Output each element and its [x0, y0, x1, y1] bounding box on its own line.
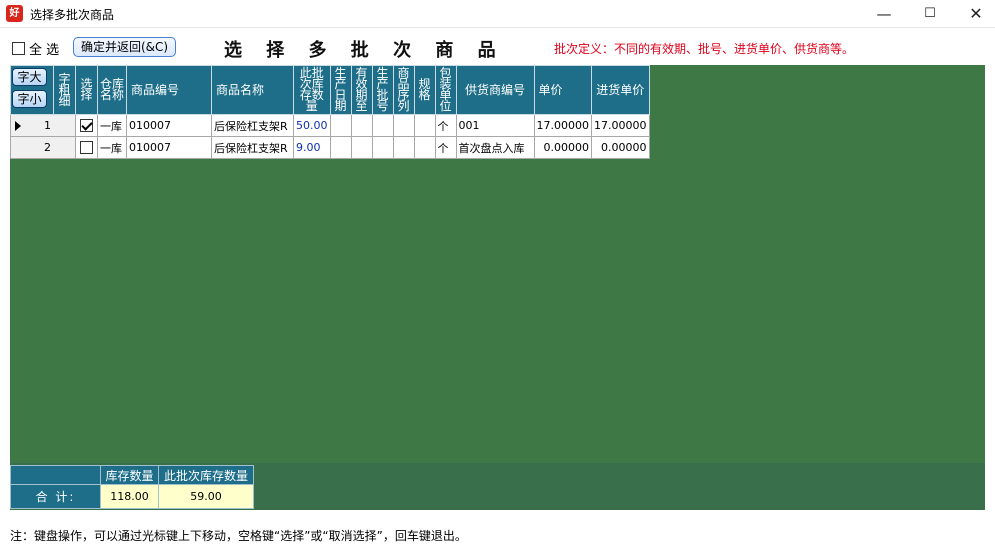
column-header-prod-date[interactable]: 生产日期: [329, 65, 352, 115]
select-all-checkbox[interactable]: 全 选: [12, 39, 59, 58]
column-header-batch-stock[interactable]: 此批次库存数量: [293, 65, 331, 115]
cell-serial: [392, 114, 415, 137]
cell-expiry: [350, 114, 373, 137]
column-header-expiry[interactable]: 有效期至: [350, 65, 373, 115]
column-header-code[interactable]: 商品编号: [126, 65, 212, 115]
font-smaller-button[interactable]: 字小: [12, 90, 47, 108]
cell-purchase-price: 0.00000: [591, 136, 650, 159]
column-header-name[interactable]: 商品名称: [211, 65, 294, 115]
cell-unit: 个: [434, 136, 457, 159]
font-bigger-button[interactable]: 字大: [12, 68, 47, 86]
column-header-supplier[interactable]: 供货商编号: [455, 65, 535, 115]
column-header-batch-no[interactable]: 生产批号: [371, 65, 394, 115]
column-header-warehouse[interactable]: 仓库名称: [97, 65, 127, 115]
select-all-box[interactable]: [12, 42, 25, 55]
column-header-serial[interactable]: 商品序列: [392, 65, 415, 115]
close-button[interactable]: ✕: [953, 0, 995, 28]
toolbar: 全 选 确定并返回(&C) 选 择 多 批 次 商 品 批次定义：不同的有效期、…: [0, 29, 995, 65]
summary-total-label: 合 计:: [10, 484, 101, 509]
cell-serial: [392, 136, 415, 159]
column-header-price[interactable]: 单价: [533, 65, 592, 115]
cell-price: 17.00000: [533, 114, 592, 137]
row-checkbox[interactable]: [80, 141, 93, 155]
cell-expiry: [350, 136, 373, 159]
window-title: 选择多批次商品: [30, 8, 115, 22]
cell-batch-no: [371, 136, 394, 159]
row-index: 2: [10, 136, 76, 159]
batch-grid: 字粗细 选择 仓库名称 商品编号 商品名称 此批次库存数量 生产日期 有效期至 …: [10, 65, 650, 159]
confirm-return-button[interactable]: 确定并返回(&C): [73, 37, 176, 57]
summary-header-blank: [10, 465, 101, 485]
page-title: 选 择 多 批 次 商 品: [224, 40, 505, 61]
maximize-button[interactable]: ☐: [907, 0, 953, 28]
row-select-cell[interactable]: [75, 114, 98, 137]
summary-stock-total: 118.00: [100, 484, 159, 509]
row-checkbox[interactable]: [80, 119, 93, 133]
minimize-button[interactable]: —: [861, 0, 907, 28]
cell-purchase-price: 17.00000: [591, 114, 650, 137]
cell-unit: 个: [434, 114, 457, 137]
table-row[interactable]: 2 一库 010007 后保险杠支架R 9.00 个 首次盘点入库 0.0000…: [10, 136, 650, 159]
keyboard-help-note: 注：键盘操作，可以通过光标键上下移动，空格键“选择”或“取消选择”，回车键退出。: [10, 529, 467, 543]
cell-spec: [413, 114, 436, 137]
cell-code: 010007: [126, 136, 212, 159]
row-index: 1: [10, 114, 76, 137]
cell-prod-date: [329, 136, 352, 159]
cell-supplier: 首次盘点入库: [455, 136, 535, 159]
cell-batch-no: [371, 114, 394, 137]
cell-supplier: 001: [455, 114, 535, 137]
cell-name: 后保险杠支架R: [211, 114, 294, 137]
cell-prod-date: [329, 114, 352, 137]
summary-header-stock: 库存数量: [100, 465, 159, 485]
column-header-purchase-price[interactable]: 进货单价: [591, 65, 650, 115]
summary-header-batch-stock: 此批次库存数量: [158, 465, 254, 485]
row-select-cell[interactable]: [75, 136, 98, 159]
cell-batch-stock: 50.00: [293, 114, 331, 137]
cell-name: 后保险杠支架R: [211, 136, 294, 159]
cell-spec: [413, 136, 436, 159]
cell-batch-stock: 9.00: [293, 136, 331, 159]
table-row[interactable]: 1 一库 010007 后保险杠支架R 50.00 个 001 17.00000…: [10, 114, 650, 137]
app-logo-icon: 好: [6, 5, 23, 22]
title-bar: 好 选择多批次商品 — ☐ ✕: [0, 0, 995, 28]
column-header-select[interactable]: 选择: [75, 65, 98, 115]
summary-table: 库存数量 此批次库存数量 合 计: 118.00 59.00: [10, 465, 254, 509]
column-header-unit[interactable]: 包装单位: [434, 65, 457, 115]
cell-code: 010007: [126, 114, 212, 137]
cell-price: 0.00000: [533, 136, 592, 159]
column-header-spec[interactable]: 规格: [413, 65, 436, 115]
select-all-label: 全 选: [29, 43, 60, 58]
batch-definition-note: 批次定义：不同的有效期、批号、进货单价、供货商等。: [554, 42, 855, 56]
cell-warehouse: 一库: [97, 114, 127, 137]
grid-corner-label: 字粗细: [53, 65, 76, 115]
summary-batch-stock-total: 59.00: [158, 484, 254, 509]
cell-warehouse: 一库: [97, 136, 127, 159]
